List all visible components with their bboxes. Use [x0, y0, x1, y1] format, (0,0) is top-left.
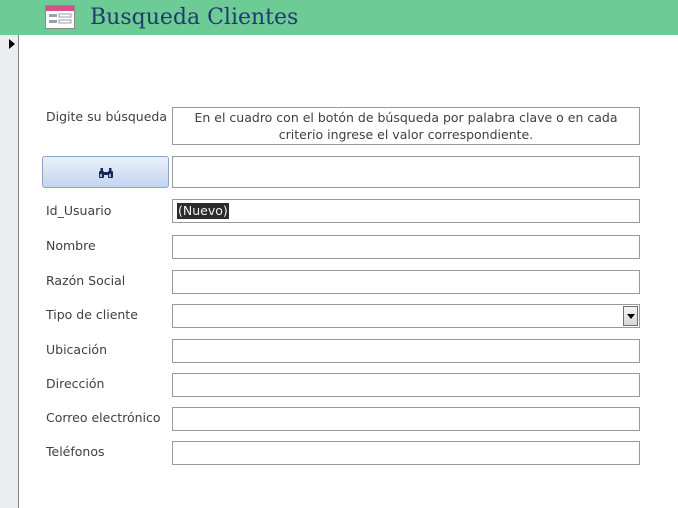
form-header: Busqueda Clientes — [0, 0, 678, 35]
correo-label: Correo electrónico — [46, 410, 161, 425]
current-record-arrow-icon — [9, 39, 15, 49]
tipo-cliente-combobox[interactable] — [172, 304, 640, 328]
keyword-search-input[interactable] — [172, 156, 640, 188]
form-icon — [45, 5, 75, 29]
ubicacion-label: Ubicación — [46, 342, 108, 357]
search-label: Digite su búsqueda — [46, 109, 167, 124]
dropdown-button[interactable] — [623, 306, 638, 326]
tipo-cliente-label: Tipo de cliente — [46, 307, 138, 322]
razon-social-field[interactable] — [172, 270, 640, 294]
nombre-label: Nombre — [46, 238, 96, 253]
search-instructions: En el cuadro con el botón de búsqueda po… — [172, 107, 640, 145]
search-button[interactable] — [42, 156, 169, 188]
binoculars-icon — [99, 168, 113, 178]
telefonos-field[interactable] — [172, 441, 640, 465]
nombre-field[interactable] — [172, 235, 640, 259]
razon-social-label: Razón Social — [46, 273, 126, 288]
correo-field[interactable] — [172, 407, 640, 431]
ubicacion-field[interactable] — [172, 339, 640, 363]
new-record-value: (Nuevo) — [177, 203, 229, 219]
record-selector[interactable] — [0, 35, 19, 508]
chevron-down-icon — [627, 314, 635, 319]
id-usuario-label: Id_Usuario — [46, 203, 112, 218]
direccion-field[interactable] — [172, 373, 640, 397]
telefonos-label: Teléfonos — [46, 444, 105, 459]
page-title: Busqueda Clientes — [90, 5, 299, 30]
id-usuario-field[interactable]: (Nuevo) — [172, 199, 640, 223]
direccion-label: Dirección — [46, 376, 105, 391]
